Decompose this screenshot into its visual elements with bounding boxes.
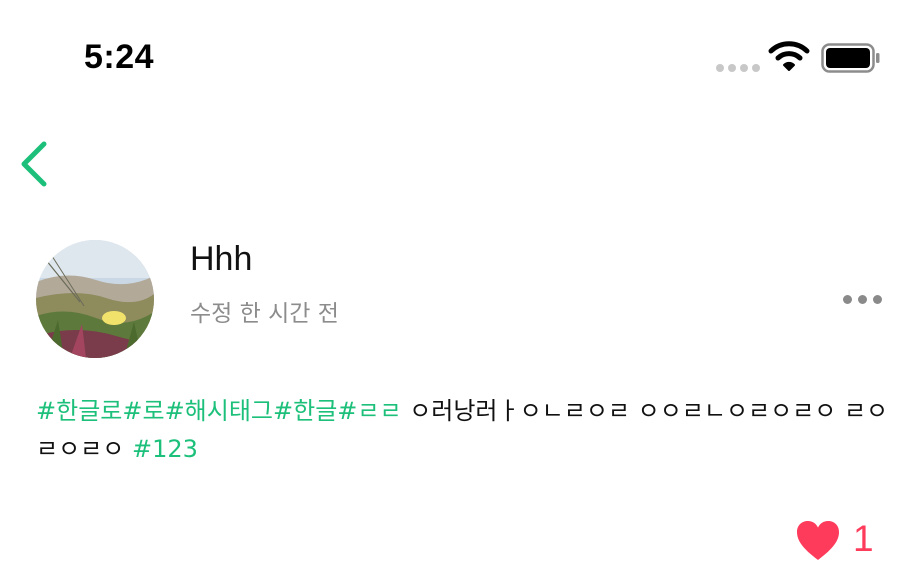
cellular-signal-icon <box>716 64 760 72</box>
post-author-name[interactable]: Hhh <box>190 240 252 279</box>
wifi-icon <box>768 41 810 71</box>
post-content: #한글로#로#해시태그#한글#ㄹㄹ ㅇ러낭러ㅏㅇㄴㄹㅇㄹ ㅇㅇㄹㄴㅇㄹㅇㄹㅇ ㄹ… <box>36 392 891 468</box>
hashtag-link[interactable]: #한글 <box>273 397 337 425</box>
heart-icon <box>797 521 839 560</box>
avatar[interactable] <box>36 240 154 358</box>
back-button[interactable] <box>14 138 58 190</box>
hashtag-link[interactable]: #로 <box>122 397 164 425</box>
post-timestamp: 수정 한 시간 전 <box>190 301 339 327</box>
avatar-photo <box>36 240 154 358</box>
status-bar: 5:24 <box>0 0 923 110</box>
hashtag-link[interactable]: #123 <box>132 435 198 463</box>
chevron-left-icon <box>21 141 47 187</box>
more-horizontal-icon <box>843 294 852 304</box>
hashtag-link[interactable]: #해시태그 <box>165 397 273 425</box>
hashtag-link[interactable]: #한글로 <box>36 397 122 425</box>
battery-icon <box>821 43 880 73</box>
status-time: 5:24 <box>84 38 155 76</box>
hashtag-link[interactable]: #ㄹㄹ <box>337 397 401 425</box>
more-options-button[interactable] <box>843 290 887 308</box>
like-button[interactable] <box>796 520 840 562</box>
like-count: 1 <box>853 518 874 559</box>
